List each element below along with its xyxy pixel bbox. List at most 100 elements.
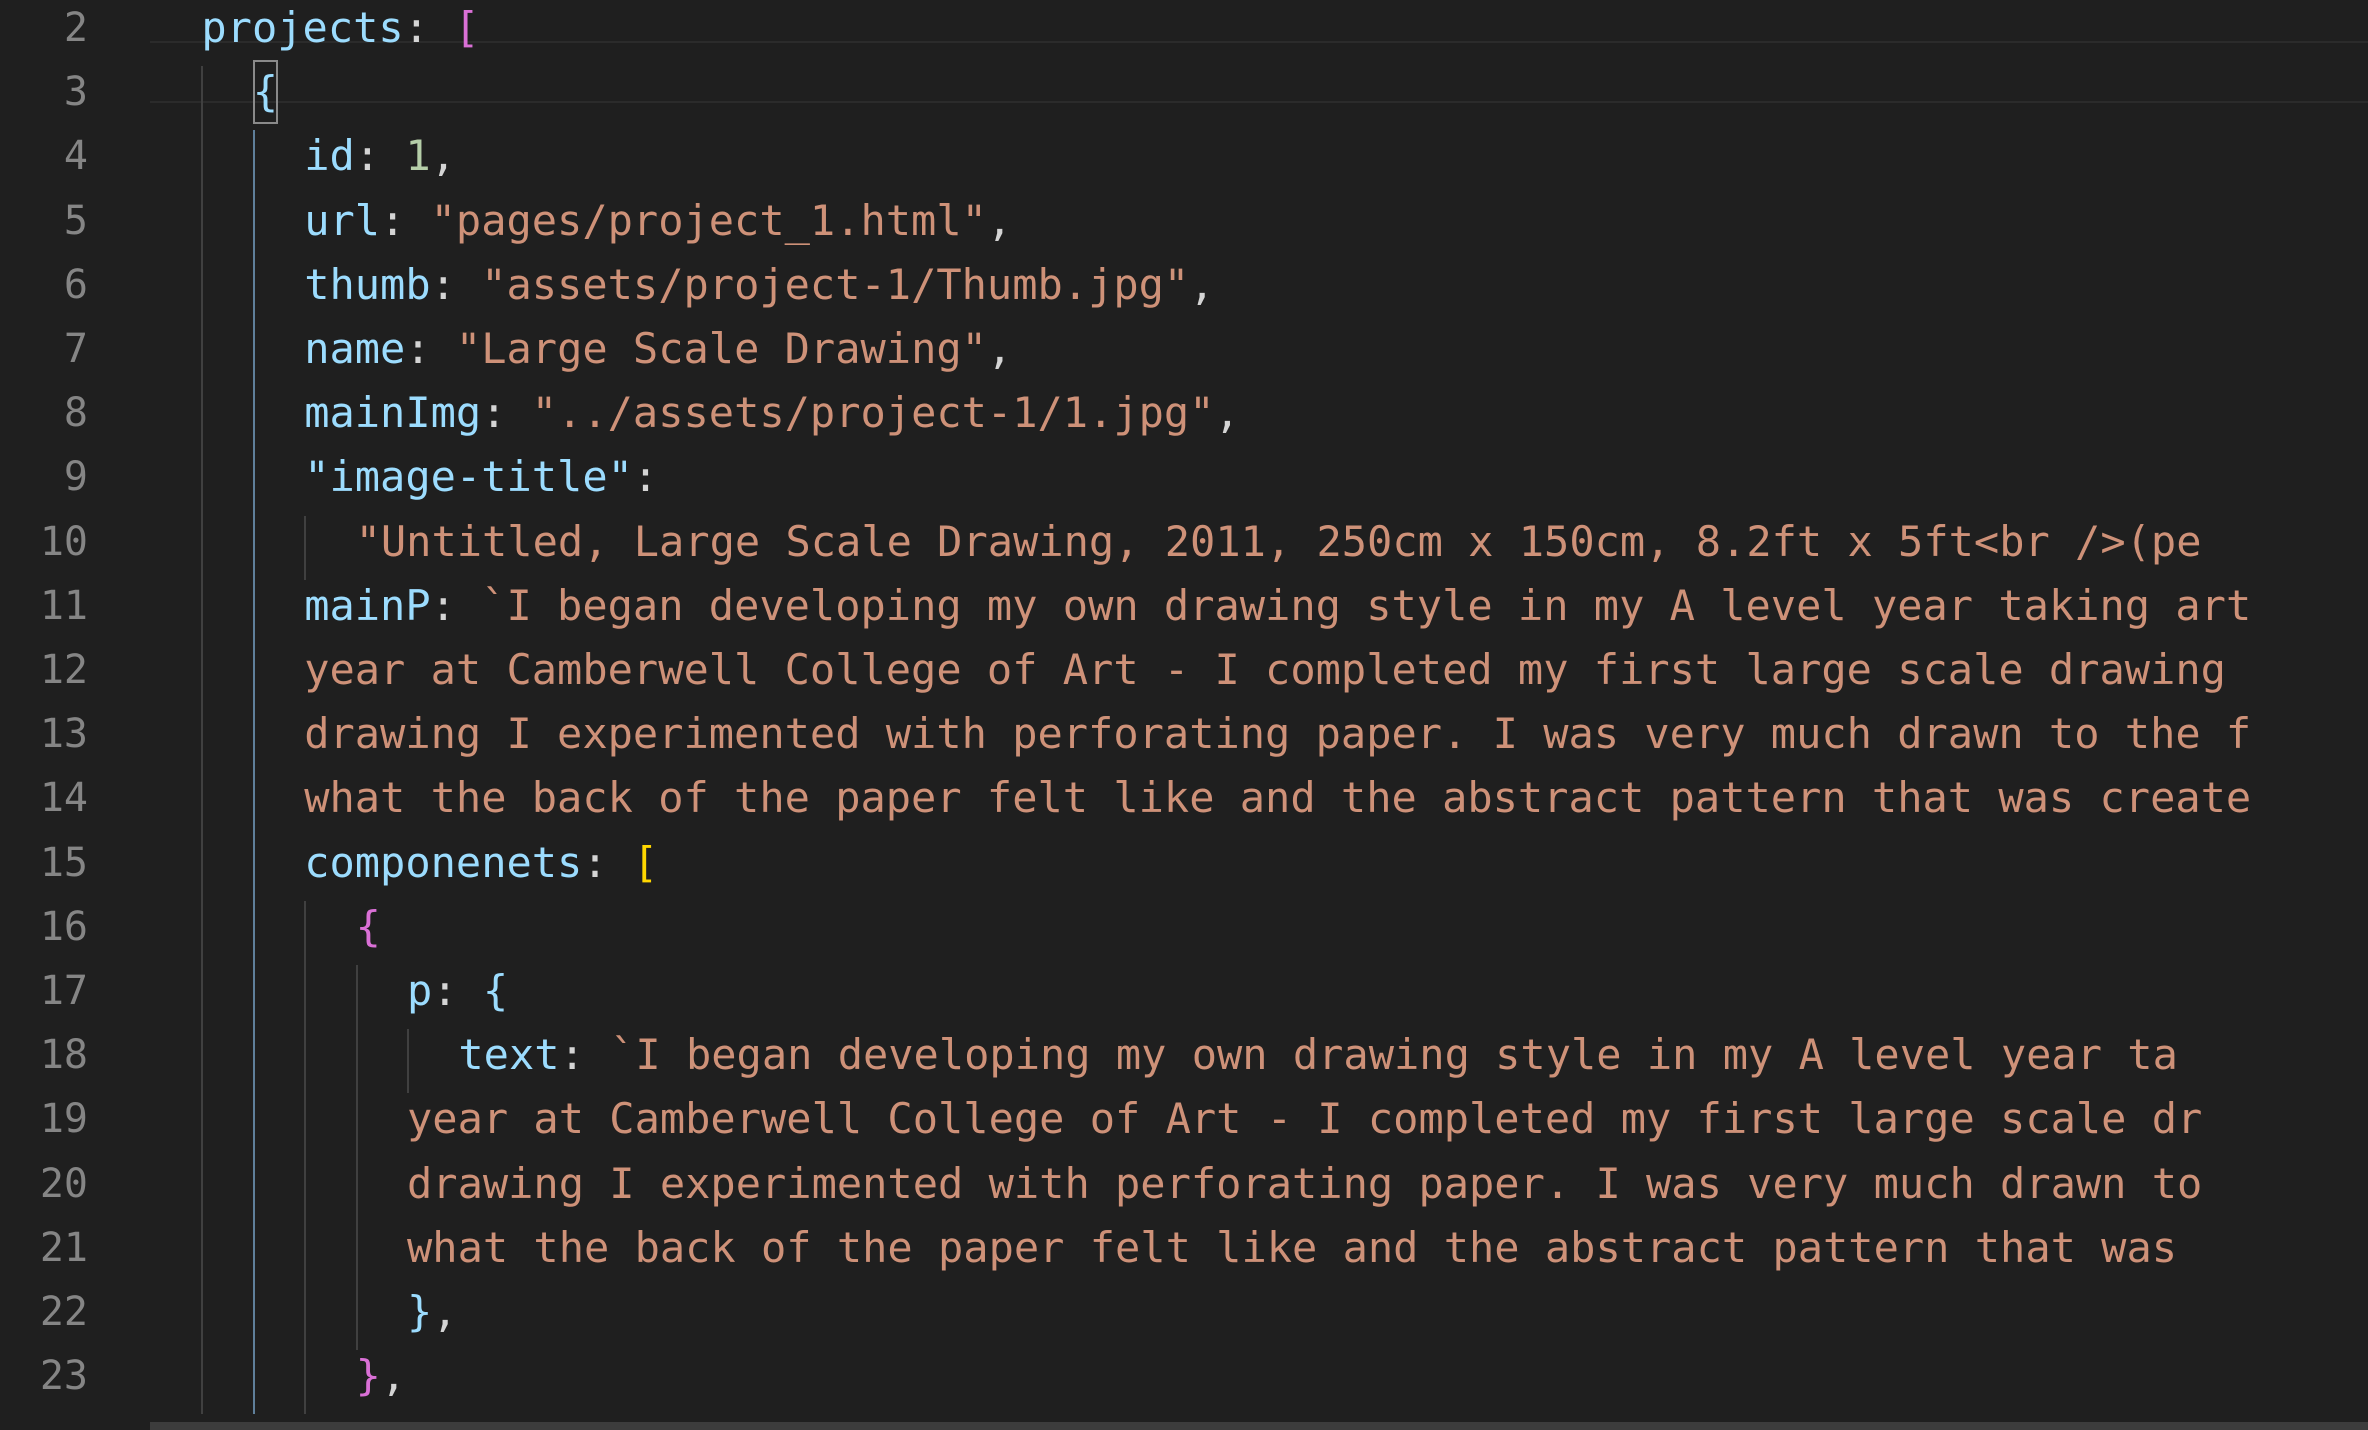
code-line: mainP: `I began developing my own drawin…: [304, 574, 2251, 638]
punctuation: :: [430, 580, 482, 630]
code-line: what the back of the paper felt like and…: [407, 1216, 2177, 1280]
string-literal: "Untitled, Large Scale Drawing, 2011, 25…: [355, 516, 2202, 566]
line-number: 6: [63, 261, 88, 308]
string-literal: "../assets/project-1/1.jpg": [531, 388, 1215, 438]
string-literal: "assets/project-1/Thumb.jpg": [481, 259, 1190, 309]
bracket: {: [252, 60, 279, 125]
punctuation: :: [559, 1030, 611, 1080]
code-line: year at Camberwell College of Art - I co…: [304, 638, 2226, 702]
bracket: {: [482, 966, 509, 1015]
code-line: {: [252, 60, 279, 125]
property-key: id: [304, 131, 355, 181]
property-key: p: [407, 966, 433, 1015]
punctuation: :: [354, 131, 406, 181]
code-line: p: {: [407, 959, 508, 1023]
string-literal: `I began developing my own drawing style…: [610, 1030, 2178, 1080]
code-editor[interactable]: 2 3 4 5 6 7 8 9 10 11 12 13 14 15 16 17 18 19 20 21 22 23 pro…: [0, 0, 2368, 1430]
code-line: text: `I began developing my own drawing…: [458, 1023, 2177, 1087]
line-number: 10: [39, 518, 88, 565]
line-number: 5: [63, 197, 88, 244]
punctuation: ,: [430, 131, 456, 181]
string-literal: "Large Scale Drawing": [455, 324, 987, 373]
code-line: projects: [: [201, 0, 479, 60]
code-line: drawing I experimented with perforating …: [407, 1152, 2202, 1216]
line-number: 8: [63, 390, 88, 437]
code-line: "Untitled, Large Scale Drawing, 2011, 25…: [356, 510, 2202, 574]
line-number: 19: [39, 1096, 88, 1143]
line-number: 9: [63, 454, 88, 501]
code-line: url: "pages/project_1.html",: [304, 189, 1012, 253]
line-number: 4: [63, 133, 88, 180]
horizontal-scrollbar[interactable]: [150, 1422, 2368, 1430]
punctuation: ,: [986, 324, 1013, 373]
number-literal: 1: [405, 131, 431, 181]
line-number: 14: [39, 775, 88, 822]
string-literal: "pages/project_1.html": [430, 195, 987, 245]
punctuation: :: [405, 324, 456, 373]
bracket: }: [407, 1287, 433, 1336]
indent-guide: [355, 965, 358, 1351]
string-literal: `I began developing my own drawing style…: [481, 580, 2252, 630]
property-key: url: [304, 195, 381, 245]
punctuation: :: [632, 452, 659, 502]
bracket: [: [454, 3, 480, 52]
code-line: componenets: [: [304, 831, 658, 895]
punctuation: :: [380, 195, 431, 245]
current-line-highlight: [150, 41, 2368, 103]
property-key: "image-title": [304, 452, 633, 502]
line-number: 13: [39, 711, 88, 758]
bracket: [: [632, 837, 659, 887]
code-line: {: [356, 895, 381, 959]
indent-guide: [304, 900, 307, 1415]
code-line: year at Camberwell College of Art - I co…: [407, 1087, 2202, 1151]
line-number: 17: [39, 968, 88, 1014]
indent-guide: [252, 130, 255, 1415]
string-literal: drawing I experimented with perforating …: [304, 709, 2252, 759]
line-number: 11: [39, 582, 88, 629]
code-line: id: 1,: [304, 124, 456, 188]
line-number: 15: [39, 839, 88, 886]
code-line: thumb: "assets/project-1/Thumb.jpg",: [304, 253, 1214, 317]
code-line: "image-title":: [304, 445, 658, 509]
punctuation: ,: [380, 1351, 407, 1401]
punctuation: ,: [1189, 259, 1215, 309]
line-number: 22: [39, 1289, 88, 1335]
property-key: mainImg: [304, 388, 482, 438]
code-line: what the back of the paper felt like and…: [304, 766, 2251, 830]
indent-guide: [407, 1029, 409, 1094]
line-number: 18: [39, 1032, 88, 1079]
line-number: 7: [63, 326, 88, 372]
punctuation: ,: [432, 1287, 458, 1336]
property-key: text: [458, 1030, 560, 1080]
punctuation: :: [582, 837, 633, 887]
bracket: {: [355, 901, 381, 951]
line-number: 2: [63, 5, 88, 51]
indent-guide: [304, 515, 307, 580]
line-number: 12: [39, 647, 88, 693]
line-number: 20: [39, 1160, 88, 1207]
string-literal: what the back of the paper felt like and…: [407, 1222, 2178, 1272]
property-key: mainP: [304, 580, 431, 630]
line-number-gutter: 2 3 4 5 6 7 8 9 10 11 12 13 14 15 16 17 18 19 20 21 22 23: [0, 0, 150, 1430]
line-number: 21: [39, 1224, 88, 1271]
code-area[interactable]: projects: [{id: 1, url: "pages/project_1.…: [150, 0, 2368, 1430]
code-line: name: "Large Scale Drawing",: [304, 317, 1012, 381]
code-line: },: [356, 1344, 407, 1408]
line-number: 3: [63, 69, 88, 116]
code-line: drawing I experimented with perforating …: [304, 702, 2251, 766]
code-line: mainImg: "../assets/project-1/1.jpg",: [304, 381, 1240, 445]
punctuation: :: [432, 966, 483, 1015]
punctuation: ,: [1214, 388, 1240, 438]
punctuation: :: [481, 388, 532, 438]
property-key: thumb: [304, 259, 431, 309]
punctuation: ,: [986, 195, 1013, 245]
punctuation: :: [430, 259, 482, 309]
line-number: 23: [39, 1353, 88, 1400]
indent-guide: [201, 66, 204, 1415]
string-literal: what the back of the paper felt like and…: [304, 773, 2252, 823]
string-literal: year at Camberwell College of Art - I co…: [407, 1094, 2203, 1144]
punctuation: :: [403, 3, 455, 52]
property-key: componenets: [304, 837, 583, 887]
line-number: 16: [39, 903, 88, 950]
property-key: name: [304, 324, 406, 373]
